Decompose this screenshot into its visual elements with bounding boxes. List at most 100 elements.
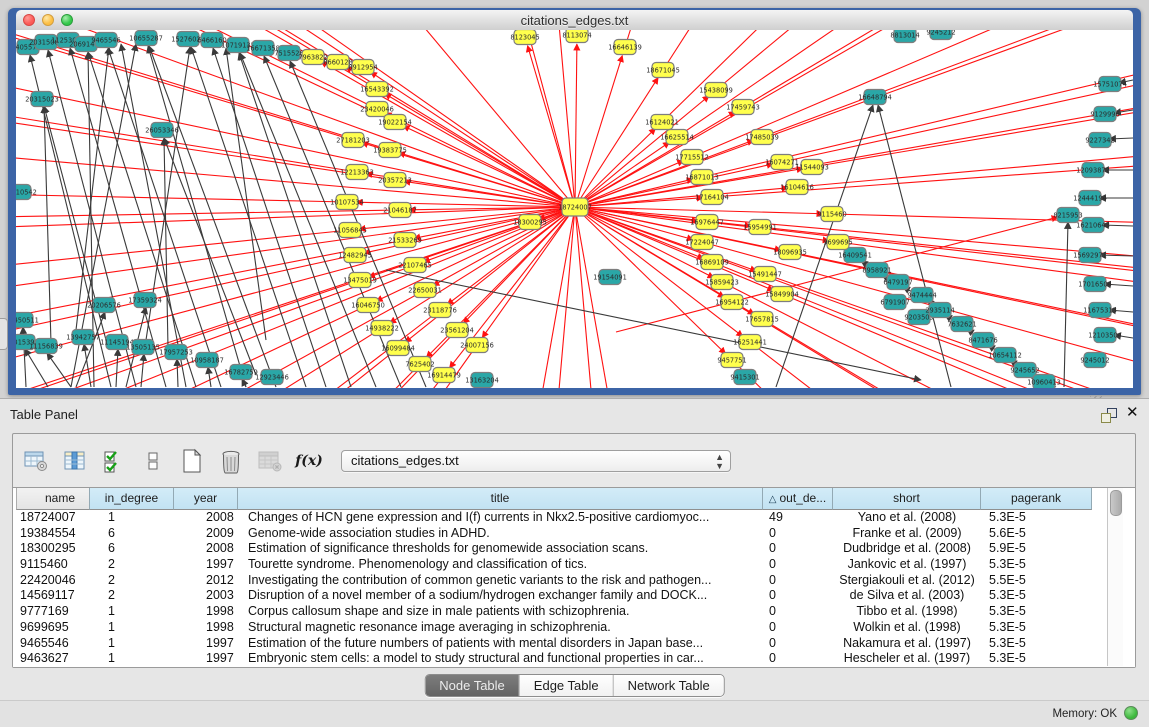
graph-node-teal[interactable]: 10654112 [988,348,1022,363]
graph-node-teal[interactable]: 7632621 [947,317,976,332]
tab-network-table[interactable]: Network Table [614,675,724,696]
graph-node-yellow[interactable]: 16646139 [608,40,642,55]
graph-node-yellow[interactable]: 17459743 [726,100,760,115]
graph-node-teal[interactable]: 9245012 [1080,353,1109,368]
graph-node-yellow[interactable]: 16104616 [780,180,814,195]
graph-node-teal[interactable]: 10655287 [129,31,163,46]
graph-node-teal[interactable]: 12103504 [1088,328,1122,343]
graph-node-yellow[interactable]: 9115460 [817,207,846,222]
column-header-title[interactable]: title [238,488,763,510]
table-row[interactable]: 969969511998Structural magnetic resonanc… [16,620,1135,636]
graph-node-teal[interactable]: 15751074 [1093,77,1127,92]
graph-node-yellow[interactable]: 15491447 [748,267,782,282]
graph-node-teal[interactable]: 8813014 [890,30,919,43]
delete-rows-trash-icon[interactable] [218,448,244,474]
table-row[interactable]: 2242004622012Investigating the contribut… [16,573,1135,589]
collapsed-panel-tab[interactable] [0,318,8,350]
graph-node-teal[interactable]: 15692971 [1073,248,1107,263]
column-header-out_de[interactable]: △out_de... [763,488,833,510]
function-builder-icon[interactable]: f(x) [296,448,322,474]
graph-node-teal[interactable]: 9474444 [907,288,936,303]
graph-node-teal[interactable]: 6479197 [883,275,912,290]
table-row[interactable]: 946554611997Estimation of the future num… [16,636,1135,652]
graph-node-teal[interactable]: 9465546 [91,33,120,48]
column-header-name[interactable]: name [16,488,90,510]
graph-node-yellow[interactable]: 24007156 [460,338,494,353]
graph-node-yellow[interactable]: 14938222 [365,321,399,336]
graph-node-yellow[interactable]: 15438099 [699,83,733,98]
window-titlebar[interactable]: citations_edges.txt [16,10,1133,31]
graph-node-teal[interactable]: 17359324 [128,293,162,308]
tab-node-table[interactable]: Node Table [425,675,520,696]
graph-node-yellow[interactable]: 16976447 [690,215,724,230]
graph-node-teal[interactable]: 8958921 [862,263,891,278]
graph-node-yellow[interactable]: 21046187 [383,203,417,218]
graph-node-teal[interactable]: 12093872 [1076,163,1110,178]
graph-node-yellow[interactable]: 16954122 [715,295,749,310]
graph-node-yellow[interactable]: 22650031 [408,283,442,298]
graph-node-yellow[interactable]: 11544093 [795,160,829,175]
graph-node-yellow[interactable]: 9699695 [823,235,852,250]
graph-node-yellow[interactable]: 16914479 [427,368,461,383]
column-checkbox-icon[interactable] [101,448,127,474]
graph-node-yellow[interactable]: 18096935 [773,245,807,260]
graph-node-yellow[interactable]: 8123045 [510,30,539,45]
table-row[interactable]: 1830029562008Estimation of significance … [16,541,1135,557]
graph-node-yellow[interactable]: 16074271 [765,155,799,170]
graph-node-teal[interactable]: 19154091 [593,270,627,285]
graph-node-yellow[interactable]: 12213363 [340,165,374,180]
graph-node-yellow[interactable]: 8113074 [562,30,591,43]
graph-node-yellow[interactable]: 16124021 [645,115,679,130]
graph-node-teal[interactable]: 8215953 [1053,208,1082,223]
graph-node-hub[interactable]: 18724007 [558,198,592,216]
graph-node-teal[interactable]: 20315023 [25,92,59,107]
table-row[interactable]: 911546021997Tourette syndrome. Phenomeno… [16,557,1135,573]
tab-edge-table[interactable]: Edge Table [520,675,614,696]
graph-node-yellow[interactable]: 15859423 [705,275,739,290]
graph-node-yellow[interactable]: 10107534 [330,195,364,210]
table-row[interactable]: 977716911998Corpus callosum shape and si… [16,604,1135,620]
table-row[interactable]: 1938455462009Genome-wide association stu… [16,526,1135,542]
graph-node-teal[interactable]: 9245212 [926,30,955,40]
graph-node-yellow[interactable]: 9457751 [717,353,746,368]
graph-node-teal[interactable]: 9415301 [730,370,759,385]
graph-node-yellow[interactable]: 22107465 [398,258,432,273]
graph-node-yellow[interactable]: 20357213 [378,173,412,188]
row-boxes-icon[interactable] [140,448,166,474]
table-row[interactable]: 1456911722003Disruption of a novel membe… [16,588,1135,604]
scrollbar-thumb[interactable] [1110,490,1122,516]
graph-node-teal[interactable]: 16210643 [1076,218,1110,233]
graph-node-teal[interactable]: 2935114 [925,303,954,318]
graph-node-teal[interactable]: 20310542 [16,185,37,200]
graph-node-teal[interactable]: 12444194 [1073,191,1107,206]
column-header-pagerank[interactable]: pagerank [981,488,1092,510]
float-window-icon[interactable] [1101,408,1117,422]
citation-network-graph[interactable]: 2405572420315062112530762069140694655461… [16,30,1133,388]
graph-node-teal[interactable]: 13163204 [465,373,499,388]
graph-node-teal[interactable]: 8471676 [968,333,997,348]
close-icon[interactable]: ✕ [1126,403,1139,421]
graph-node-yellow[interactable]: 17164104 [695,190,729,205]
graph-node-yellow[interactable]: 7625402 [405,357,434,372]
graph-node-teal[interactable]: 11675313 [1083,303,1117,318]
column-header-year[interactable]: year [174,488,238,510]
graph-node-teal[interactable]: 10958187 [190,353,224,368]
graph-node-yellow[interactable]: 23561204 [440,323,474,338]
memory-status-indicator[interactable] [1124,706,1138,720]
graph-node-teal[interactable]: 9227342 [1085,133,1114,148]
graph-node-yellow[interactable]: 18671045 [646,63,680,78]
table-row[interactable]: 1872400712008Changes of HCN gene express… [16,510,1135,526]
table-options-icon[interactable] [23,448,49,474]
graph-node-teal[interactable]: 6791907 [880,295,909,310]
vertical-scrollbar[interactable] [1107,488,1123,666]
network-canvas[interactable]: 2405572420315062112530762069140694655461… [16,30,1133,388]
graph-node-teal[interactable]: 12923446 [255,370,289,385]
column-header-short[interactable]: short [833,488,981,510]
graph-node-teal[interactable]: 17016504 [1078,277,1112,292]
column-header-in_degree[interactable]: in_degree [90,488,174,510]
graph-node-yellow[interactable]: 17657815 [745,312,779,327]
graph-node-yellow[interactable]: 8912954 [348,60,377,75]
graph-node-teal[interactable]: 9129996 [1090,107,1119,122]
graph-node-yellow[interactable]: 21533269 [388,233,422,248]
new-table-icon[interactable] [179,448,205,474]
